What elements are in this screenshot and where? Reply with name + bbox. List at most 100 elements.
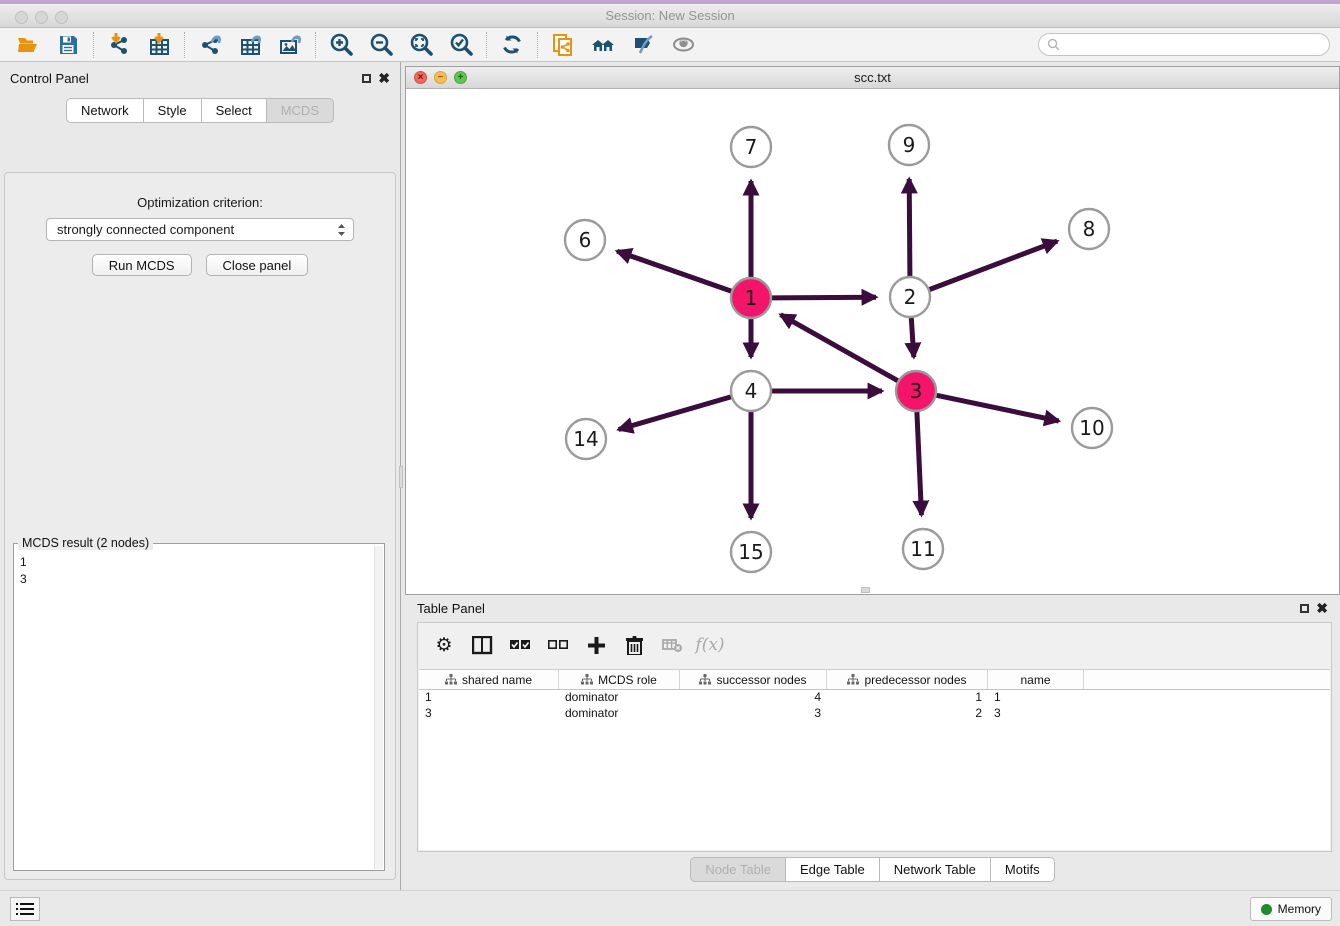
show-hidden-button[interactable]	[663, 30, 703, 60]
refresh-network-button[interactable]	[492, 30, 532, 60]
task-list-icon	[16, 902, 34, 916]
export-network-icon	[198, 32, 223, 57]
table-cell: 1	[988, 690, 1084, 706]
show-hidden-icon	[671, 32, 696, 57]
node-6[interactable]: 6	[565, 220, 605, 260]
zoom-selected-button[interactable]	[441, 30, 481, 60]
node-4[interactable]: 4	[731, 371, 771, 411]
delete-column-button[interactable]	[616, 629, 652, 661]
open-session-button[interactable]	[8, 30, 48, 60]
node-7[interactable]: 7	[731, 127, 771, 167]
export-table-icon	[238, 32, 263, 57]
export-network-button[interactable]	[190, 30, 230, 60]
edge-2-9[interactable]	[909, 179, 910, 276]
zoom-in-icon	[329, 32, 354, 57]
import-table-button[interactable]	[139, 30, 179, 60]
horizontal-splitter-handle[interactable]	[861, 587, 870, 593]
table-float-panel-icon[interactable]	[1300, 604, 1309, 613]
network-canvas[interactable]: 7 9 6 8 1 2 4 3 14 10 15 11	[406, 89, 1339, 594]
node-15[interactable]: 15	[731, 532, 771, 572]
table-close-panel-icon[interactable]: ✖	[1316, 604, 1328, 613]
node-10[interactable]: 10	[1072, 408, 1112, 448]
tab-select[interactable]: Select	[202, 98, 267, 123]
tab-node-table[interactable]: Node Table	[690, 857, 786, 882]
table-row[interactable]: 1dominator411	[419, 690, 1330, 706]
node-2[interactable]: 2	[890, 277, 930, 317]
optimization-criterion-select[interactable]: strongly connected component	[46, 218, 354, 241]
node-11[interactable]: 11	[903, 529, 943, 569]
edge-2-3[interactable]	[911, 318, 914, 357]
save-session-button[interactable]	[48, 30, 88, 60]
zoom-out-button[interactable]	[361, 30, 401, 60]
column-hierarchy-icon	[699, 674, 711, 685]
svg-text:4: 4	[745, 379, 758, 403]
node-3[interactable]: 3	[896, 371, 936, 411]
table-panel: Table Panel ✖ ⚙f(x) shared nameMCDS role…	[405, 595, 1340, 890]
tab-mcds[interactable]: MCDS	[267, 98, 334, 123]
tab-network-table[interactable]: Network Table	[880, 857, 991, 882]
column-chooser-button[interactable]	[464, 629, 500, 661]
delete-table-button	[654, 629, 690, 661]
edge-3-10[interactable]	[937, 395, 1059, 421]
column-header-predecessor-nodes[interactable]: predecessor nodes	[827, 670, 988, 689]
column-header-MCDS-role[interactable]: MCDS role	[559, 670, 680, 689]
first-neighbors-button[interactable]	[583, 30, 623, 60]
memory-label: Memory	[1278, 902, 1321, 916]
close-panel-button[interactable]: Close panel	[206, 254, 309, 276]
edge-1-2[interactable]	[772, 297, 876, 298]
export-image-button[interactable]	[270, 30, 310, 60]
run-mcds-button[interactable]: Run MCDS	[92, 254, 192, 276]
edge-3-1[interactable]	[781, 315, 898, 381]
close-panel-icon[interactable]: ✖	[378, 74, 390, 83]
column-header-shared-name[interactable]: shared name	[419, 670, 559, 689]
add-column-button[interactable]	[578, 629, 614, 661]
new-network-from-selection-icon	[551, 32, 576, 57]
column-header-name[interactable]: name	[988, 670, 1084, 689]
float-panel-icon[interactable]	[362, 74, 371, 83]
tab-style[interactable]: Style	[144, 98, 202, 123]
node-14[interactable]: 14	[566, 419, 606, 459]
vertical-splitter-handle[interactable]	[399, 466, 403, 488]
task-history-button[interactable]	[10, 897, 40, 921]
mcds-result-box: MCDS result (2 nodes) 1 3	[13, 543, 385, 871]
import-network-icon	[107, 32, 132, 57]
hide-selected-button[interactable]	[623, 30, 663, 60]
table-settings-button[interactable]: ⚙	[426, 629, 462, 661]
import-network-button[interactable]	[99, 30, 139, 60]
delete-column-icon	[624, 636, 645, 655]
tab-edge-table[interactable]: Edge Table	[786, 857, 880, 882]
edge-4-14[interactable]	[619, 397, 731, 430]
toolbar-separator	[537, 32, 538, 58]
tab-motifs[interactable]: Motifs	[991, 857, 1055, 882]
table-cell: 4	[680, 690, 827, 706]
table-toolbar: ⚙ f(x)	[418, 623, 1331, 667]
optimization-criterion-label: Optimization criterion:	[5, 195, 395, 210]
zoom-fit-button[interactable]	[401, 30, 441, 60]
edge-1-6[interactable]	[617, 251, 731, 291]
table-row[interactable]: 3dominator323	[419, 706, 1330, 722]
node-9[interactable]: 9	[889, 125, 929, 165]
result-scrollbar[interactable]	[374, 546, 383, 869]
column-chooser-icon	[472, 636, 493, 655]
network-graph[interactable]: 7 9 6 8 1 2 4 3 14 10 15 11	[406, 89, 1339, 594]
control-panel: Control Panel ✖ NetworkStyleSelectMCDS O…	[0, 62, 401, 890]
control-panel-tabs: NetworkStyleSelectMCDS	[0, 98, 400, 123]
toolbar-separator	[93, 32, 94, 58]
edge-2-8[interactable]	[930, 241, 1058, 289]
function-builder-icon: f(x)	[695, 635, 724, 655]
node-1[interactable]: 1	[731, 278, 771, 318]
tab-network[interactable]: Network	[66, 98, 144, 123]
memory-button[interactable]: Memory	[1250, 897, 1332, 921]
select-all-rows-button[interactable]	[502, 629, 538, 661]
search-field[interactable]	[1038, 33, 1330, 56]
column-header-successor-nodes[interactable]: successor nodes	[680, 670, 827, 689]
search-icon	[1047, 38, 1060, 51]
export-table-button[interactable]	[230, 30, 270, 60]
select-stepper-icon	[336, 222, 347, 238]
deselect-all-rows-button[interactable]	[540, 629, 576, 661]
zoom-in-button[interactable]	[321, 30, 361, 60]
edge-3-11[interactable]	[917, 412, 922, 515]
node-8[interactable]: 8	[1069, 209, 1109, 249]
window-title: Session: New Session	[0, 8, 1340, 23]
new-network-from-selection-button[interactable]	[543, 30, 583, 60]
